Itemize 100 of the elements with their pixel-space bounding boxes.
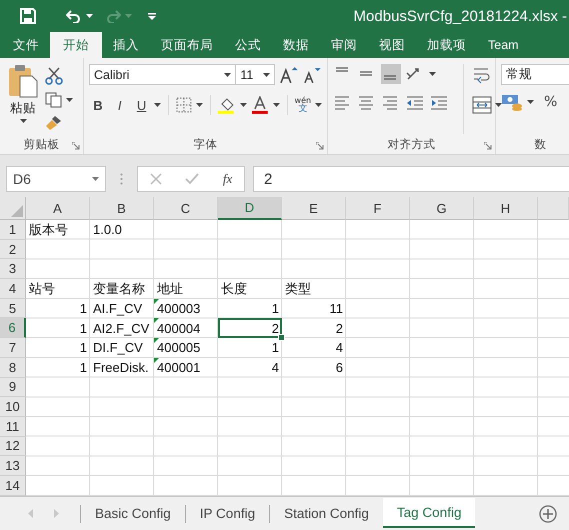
caret-icon[interactable]	[315, 103, 322, 107]
dialog-launcher-icon[interactable]	[72, 142, 80, 150]
row-header[interactable]: 9	[0, 378, 26, 398]
caret-icon[interactable]	[86, 14, 93, 18]
undo-icon[interactable]	[66, 9, 82, 23]
wrap-text-icon[interactable]	[472, 66, 492, 84]
row-header[interactable]: 1	[0, 220, 26, 240]
table-cell[interactable]: 2	[282, 318, 346, 338]
caret-icon[interactable]	[272, 103, 280, 107]
row-header[interactable]: 6	[0, 318, 26, 338]
ribbon-tab[interactable]: 开始	[50, 32, 102, 58]
row-header[interactable]: 13	[0, 456, 26, 476]
caret-icon[interactable]	[224, 72, 232, 76]
row-header[interactable]: 14	[0, 476, 26, 496]
row-header[interactable]: 2	[0, 240, 26, 260]
table-cell[interactable]: 6	[282, 358, 346, 378]
table-cell[interactable]: 版本号	[26, 220, 90, 240]
ribbon-tab[interactable]: Team	[477, 32, 530, 58]
table-cell[interactable]: 4	[282, 338, 346, 358]
table-cell[interactable]: AI2.F_CV	[90, 318, 154, 338]
table-cell[interactable]: DI.F_CV	[90, 338, 154, 358]
caret-icon[interactable]	[196, 103, 204, 107]
italic-button[interactable]: I	[110, 98, 129, 112]
caret-icon[interactable]	[92, 177, 99, 181]
caret-icon[interactable]	[527, 100, 534, 104]
column-header[interactable]: A	[26, 197, 90, 220]
name-box[interactable]: D6	[6, 166, 106, 192]
table-cell[interactable]: 1	[26, 318, 90, 338]
font-size-combo[interactable]: 11	[235, 64, 275, 85]
number-format-combo[interactable]: 常规	[501, 64, 569, 85]
borders-icon[interactable]	[176, 97, 192, 113]
customize-icon[interactable]	[148, 12, 156, 20]
table-cell[interactable]: 1	[218, 338, 282, 358]
ribbon-tab[interactable]: 加载项	[416, 32, 477, 58]
paintbrush-icon[interactable]	[45, 115, 63, 131]
table-cell[interactable]: 4	[218, 358, 282, 378]
decrease-indent-icon[interactable]	[405, 94, 425, 110]
table-cell[interactable]: 400004	[154, 318, 218, 338]
phonetic-button[interactable]: wén 文	[294, 96, 312, 114]
resize-handle-icon[interactable]	[120, 173, 123, 185]
caret-icon[interactable]	[66, 98, 73, 102]
table-cell[interactable]: 400005	[154, 338, 218, 358]
sheet-tab[interactable]: IP Config	[186, 498, 270, 528]
table-cell[interactable]: 2	[218, 318, 282, 338]
caret-icon[interactable]	[495, 103, 502, 107]
table-cell[interactable]: 站号	[26, 279, 90, 299]
table-cell[interactable]: FreeDisk.	[90, 358, 154, 378]
caret-icon[interactable]	[429, 72, 436, 76]
column-header[interactable]: F	[346, 197, 410, 220]
column-header[interactable]: D	[218, 197, 282, 220]
dialog-launcher-icon[interactable]	[316, 142, 324, 150]
copy-icon[interactable]	[45, 92, 63, 108]
ribbon-tab[interactable]: 数据	[272, 32, 320, 58]
ribbon-tab[interactable]: 公式	[224, 32, 272, 58]
sheet-tab[interactable]: Basic Config	[81, 498, 185, 528]
bottom-align-icon[interactable]	[381, 64, 401, 84]
table-cell[interactable]: 长度	[218, 279, 282, 299]
caret-icon[interactable]	[20, 119, 26, 123]
sheet-tab[interactable]: Tag Config	[382, 498, 476, 528]
table-cell[interactable]: 1	[26, 358, 90, 378]
save-icon[interactable]	[20, 8, 36, 24]
font-name-combo[interactable]: Calibri	[89, 64, 236, 85]
sheet-tab[interactable]: Station Config	[270, 498, 383, 528]
caret-icon[interactable]	[240, 103, 247, 107]
column-header[interactable]: E	[282, 197, 346, 220]
table-cell[interactable]: 11	[282, 298, 346, 318]
insert-function-button[interactable]: fx	[222, 171, 232, 187]
column-header[interactable]: G	[410, 197, 474, 220]
scissors-icon[interactable]	[45, 67, 63, 85]
table-cell[interactable]: 类型	[282, 279, 346, 299]
percent-button[interactable]: %	[544, 94, 558, 110]
caret-icon[interactable]	[154, 103, 162, 107]
table-cell[interactable]: 1	[26, 338, 90, 358]
ribbon-tab[interactable]: 页面布局	[150, 32, 224, 58]
shrink-font-icon[interactable]	[302, 66, 322, 84]
row-header[interactable]: 3	[0, 259, 26, 280]
row-header[interactable]: 12	[0, 436, 26, 456]
paste-button[interactable]: 粘贴	[5, 64, 41, 134]
table-cell[interactable]: 1	[26, 298, 90, 318]
column-header[interactable]: H	[474, 197, 538, 220]
row-header[interactable]: 5	[0, 298, 26, 318]
table-cell[interactable]: 1	[218, 298, 282, 318]
ribbon-tab[interactable]: 审阅	[320, 32, 368, 58]
fill-color-icon[interactable]	[218, 96, 236, 114]
merge-cells-icon[interactable]	[472, 96, 492, 114]
table-cell[interactable]: 地址	[154, 279, 218, 299]
table-cell[interactable]: 变量名称	[90, 279, 154, 299]
column-header[interactable]: B	[90, 197, 154, 220]
increase-indent-icon[interactable]	[429, 94, 449, 110]
check-icon[interactable]	[185, 173, 200, 185]
dialog-launcher-icon[interactable]	[484, 142, 492, 150]
row-header[interactable]: 8	[0, 358, 26, 378]
formula-input[interactable]: 2	[253, 166, 569, 192]
row-header[interactable]: 10	[0, 397, 26, 417]
row-header[interactable]: 7	[0, 338, 26, 358]
ribbon-tab[interactable]: 视图	[368, 32, 416, 58]
column-header[interactable]: C	[154, 197, 218, 220]
grow-font-icon[interactable]	[278, 66, 298, 84]
add-sheet-icon[interactable]	[539, 504, 557, 522]
ribbon-tab[interactable]: 插入	[102, 32, 150, 58]
